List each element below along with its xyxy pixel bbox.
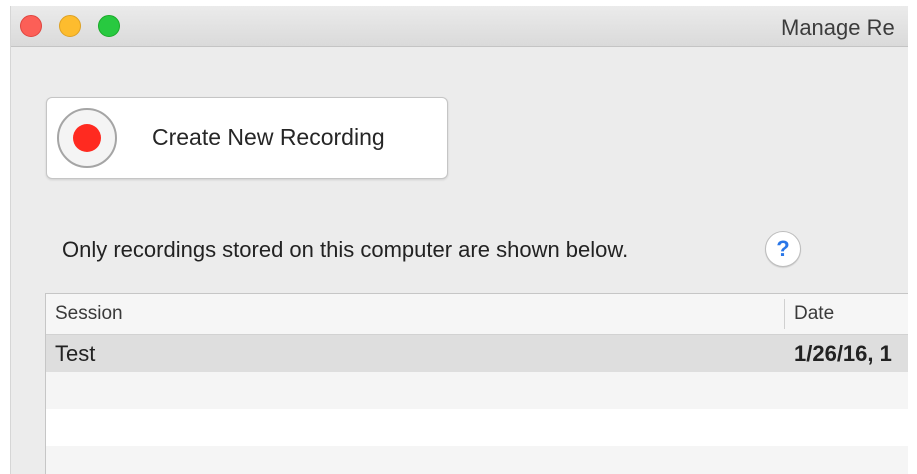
column-header-date[interactable]: Date: [794, 294, 834, 334]
record-dot: [73, 124, 101, 152]
minimize-window-button[interactable]: [59, 15, 81, 37]
table-row[interactable]: Test 1/26/16, 1: [46, 335, 908, 372]
column-header-session[interactable]: Session: [55, 294, 123, 334]
empty-table-row: [46, 409, 908, 446]
table-header: Session Date: [46, 294, 908, 335]
stored-recordings-info-text: Only recordings stored on this computer …: [62, 237, 629, 262]
session-cell: Test: [55, 341, 96, 366]
zoom-window-button[interactable]: [98, 15, 120, 37]
close-window-button[interactable]: [20, 15, 42, 37]
column-separator[interactable]: [784, 299, 785, 329]
empty-table-row: [46, 372, 908, 409]
help-button[interactable]: ?: [765, 231, 801, 267]
window-title: Manage Re: [781, 15, 895, 40]
recordings-table: Session Date Test 1/26/16, 1: [45, 293, 908, 474]
empty-table-row: [46, 446, 908, 474]
record-icon: [57, 108, 117, 168]
manage-recordings-window: Manage Re Create New Recording Only reco…: [10, 6, 908, 474]
title-bar: Manage Re: [11, 6, 908, 47]
create-new-recording-label: Create New Recording: [152, 124, 385, 150]
create-new-recording-button[interactable]: Create New Recording: [46, 97, 448, 179]
date-cell: 1/26/16, 1: [794, 341, 892, 366]
